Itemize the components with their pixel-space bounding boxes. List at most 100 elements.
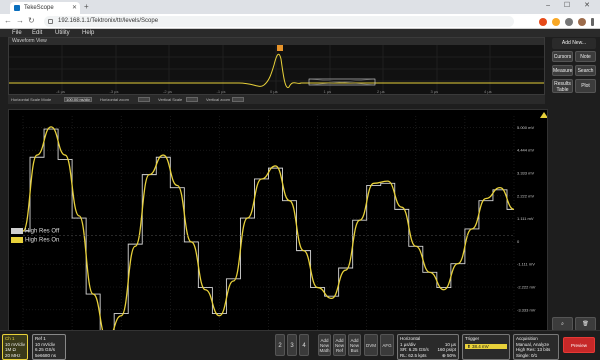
- overview-x-tick: 1 µs: [324, 89, 332, 94]
- legend-high-res-on: High Res On: [11, 237, 59, 244]
- menu-utility[interactable]: Utility: [55, 29, 70, 37]
- add-new-math-button[interactable]: Add New Math: [318, 334, 331, 356]
- vertical-zoom-field[interactable]: [232, 97, 244, 102]
- scope-app: File Edit Utility Help Waveform View -4 …: [0, 29, 600, 360]
- ch1-line: 20 MHz: [5, 352, 21, 358]
- reload-icon[interactable]: ↻: [28, 16, 35, 25]
- horizontal-badge[interactable]: Horizontal 1 µs/div 10 µs SR: 6.25 GS/s 16…: [397, 334, 459, 360]
- acquisition-badge[interactable]: Acquisition Manual, Analyze High Res: 13…: [513, 334, 559, 360]
- zoom-toolstrip: Horizontal Scale Mode 100.00 ns/div Hori…: [8, 95, 545, 104]
- series-line-high-res-off: [23, 128, 514, 336]
- trigger-level-marker: [540, 112, 547, 118]
- legend-chip-off: [11, 228, 23, 234]
- window-controls[interactable]: – ☐ ✕: [546, 1, 596, 9]
- tab-title: TekeScope: [24, 5, 54, 11]
- horizontal-extra: ⊕ 50%: [441, 352, 456, 358]
- trigger-title: Trigger: [465, 336, 480, 341]
- horizontal-scale-field[interactable]: 100.00 ns/div: [64, 97, 92, 102]
- address-bar: ← → ↻ 192.168.1.1/Tektronix/ttr/levels/S…: [0, 14, 600, 29]
- browser-window: TekeScope ✕ + – ☐ ✕ ← → ↻ 192.168.1.1/Te…: [0, 0, 600, 360]
- horizontal-zoom-field[interactable]: [138, 97, 150, 102]
- toolstrip-label: Horizontal zoom: [100, 97, 129, 102]
- add-new-bus-button[interactable]: Add New Bus: [348, 334, 361, 356]
- magnifier-icon: ⌕: [561, 321, 564, 327]
- forward-icon[interactable]: →: [16, 16, 24, 25]
- search-button[interactable]: Search: [575, 65, 596, 76]
- ref1-line: 5e6680 ns: [35, 352, 57, 358]
- plot-button[interactable]: Plot: [575, 79, 596, 93]
- trigger-badge[interactable]: Trigger ⬆ 38.4 mV: [462, 334, 510, 360]
- overview-x-tick: 4 µs: [484, 89, 492, 94]
- new-tab-icon[interactable]: +: [84, 2, 89, 11]
- overview-x-tick: -4 µs: [56, 89, 65, 94]
- trigger-level: ⬆ 38.4 mV: [465, 343, 507, 349]
- overview-svg: -4 µs -3 µs -2 µs -1 µs 0 µs 1 µs 2 µs 3 µs 4 µs: [9, 45, 544, 95]
- run-stop-button[interactable]: Preview: [563, 337, 595, 353]
- channel-3-button[interactable]: 3: [287, 334, 297, 356]
- menu-help[interactable]: Help: [82, 29, 94, 37]
- overview-x-tick: 2 µs: [377, 89, 385, 94]
- back-icon[interactable]: ←: [4, 16, 12, 25]
- y-tick-label: -2.222 mV: [517, 285, 536, 290]
- trash-icon: 🗑: [582, 321, 589, 327]
- y-tick-label: 1.111 mV: [517, 216, 534, 221]
- waveform-view-title: Waveform View: [9, 38, 544, 45]
- y-tick-label: 2.222 mV: [517, 193, 534, 198]
- ref1-badge[interactable]: Ref 1 10 mV/div 6.25 GS/s 5e6680 ns: [32, 334, 66, 360]
- legend-label: High Res On: [25, 237, 60, 244]
- acquisition-line: Single: 0/1: [516, 352, 538, 358]
- extension-icons: [539, 16, 594, 27]
- menu-icon[interactable]: [591, 17, 594, 26]
- channel-4-button[interactable]: 4: [299, 334, 309, 356]
- url-text: 192.168.1.1/Tektronix/ttr/levels/Scope: [58, 18, 159, 24]
- channel-2-button[interactable]: 2: [275, 334, 285, 356]
- overview-x-tick: -3 µs: [110, 89, 119, 94]
- y-tick-label: -3.333 mV: [517, 307, 536, 312]
- note-button[interactable]: Note: [575, 51, 596, 62]
- url-field[interactable]: 192.168.1.1/Tektronix/ttr/levels/Scope: [44, 16, 514, 27]
- extension-icon[interactable]: [565, 17, 573, 26]
- toolstrip-label: Vertical Scale: [158, 97, 183, 102]
- add-new-label: Add New...: [552, 38, 596, 49]
- app-menubar: File Edit Utility Help: [0, 29, 600, 37]
- plot-svg: 5.000 mV 4.444 mV 3.333 mV 2.222 mV 1.111 mV…: [22, 112, 547, 352]
- settings-bar: Ch 1 10 mV/div 1M Ω 20 MHz Ref 1 10 mV/d…: [0, 330, 600, 360]
- delete-button[interactable]: 🗑: [575, 317, 596, 331]
- right-panel: Add New... Cursors Note Measure Search R…: [548, 37, 600, 331]
- overview-x-tick: -1 µs: [217, 89, 226, 94]
- menu-file[interactable]: File: [12, 29, 22, 37]
- legend-high-res-off: High Res Off: [11, 228, 59, 235]
- cursors-button[interactable]: Cursors: [552, 51, 573, 62]
- zoom-tool-button[interactable]: ⌕: [552, 317, 573, 331]
- extension-icon[interactable]: [539, 17, 547, 26]
- afg-button[interactable]: AFG: [380, 334, 394, 356]
- legend-label: High Res Off: [25, 228, 60, 235]
- y-tick-label: -1.111 mV: [517, 262, 535, 267]
- vertical-scale-field[interactable]: [186, 97, 198, 102]
- y-tick-label: 3.333 mV: [517, 171, 534, 176]
- close-tab-icon[interactable]: ✕: [72, 2, 77, 14]
- ch1-badge[interactable]: Ch 1 10 mV/div 1M Ω 20 MHz: [2, 334, 28, 360]
- browser-tab[interactable]: TekeScope ✕: [10, 2, 80, 14]
- profile-avatar[interactable]: [578, 17, 586, 26]
- results-table-button[interactable]: Results Table: [552, 79, 573, 93]
- y-tick-label: 0: [517, 239, 520, 244]
- add-new-ref-button[interactable]: Add New Ref: [333, 334, 346, 356]
- waveform-overview[interactable]: Waveform View -4 µs -3 µs -2 µs -1 µs 0 µs 1 …: [8, 37, 545, 95]
- y-tick-label: 4.444 mV: [517, 148, 534, 153]
- acquisition-line: High Res: 13 bits: [516, 347, 551, 352]
- main-waveform-plot[interactable]: 5.000 mV 4.444 mV 3.333 mV 2.222 mV 1.111 mV…: [8, 109, 548, 355]
- menu-edit[interactable]: Edit: [32, 29, 42, 37]
- measure-button[interactable]: Measure: [552, 65, 573, 76]
- dvm-button[interactable]: DVM: [364, 334, 378, 356]
- trigger-marker: [277, 45, 283, 51]
- overview-x-tick: 3 µs: [431, 89, 439, 94]
- toolstrip-label: Horizontal Scale Mode: [11, 97, 52, 102]
- toolstrip-label: Vertical zoom: [206, 97, 231, 102]
- security-icon: [48, 19, 53, 24]
- overview-x-tick: 0 µs: [270, 89, 278, 94]
- y-tick-label: 5.000 mV: [517, 125, 534, 130]
- overview-x-tick: -2 µs: [163, 89, 172, 94]
- legend-chip-on: [11, 237, 23, 243]
- star-icon[interactable]: [552, 17, 560, 26]
